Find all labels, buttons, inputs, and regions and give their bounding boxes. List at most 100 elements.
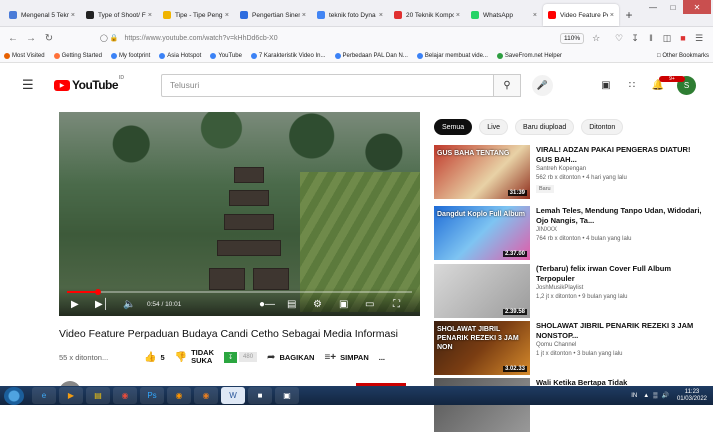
download-icon[interactable]: ↧	[627, 33, 643, 44]
tab-close-icon[interactable]: ×	[225, 12, 229, 19]
word-icon[interactable]: W	[221, 387, 245, 404]
bookmark-item[interactable]: Perbedaan PAL Dan N...	[334, 52, 408, 59]
filter-chip[interactable]: Ditonton	[581, 119, 624, 135]
video-player[interactable]: ▶ ▶│ 🔈 0:54 / 10:01 ●— ▤ ⚙ ▣ ▭ ⛶	[59, 112, 420, 316]
subtitles-icon[interactable]: ▤	[287, 299, 296, 310]
filter-chip[interactable]: Semua	[434, 119, 473, 135]
recommendation-title[interactable]: SHOLAWAT JIBRIL PENARIK REZEKI 3 JAM NON…	[536, 321, 704, 341]
create-video-icon[interactable]: ▣	[593, 80, 619, 91]
bookmark-item[interactable]: Getting Started	[53, 52, 102, 59]
network-icon[interactable]: ▒	[653, 393, 657, 399]
tray-arrow-icon[interactable]: ▲	[643, 393, 649, 399]
dislike-button[interactable]: 👎 TIDAK SUKA	[175, 349, 214, 365]
media-player-icon[interactable]: ▶	[59, 387, 83, 404]
browser-tab[interactable]: Type of Shoot/ F ×	[81, 4, 157, 26]
filter-chip[interactable]: Live	[479, 119, 509, 135]
browser-tab[interactable]: WhatsApp ×	[466, 4, 542, 26]
save-button[interactable]: ≡+ SIMPAN	[324, 352, 368, 363]
notifications-bell-icon[interactable]: 🔔 9+	[645, 76, 685, 91]
next-icon[interactable]: ▶│	[95, 299, 109, 310]
like-button[interactable]: 👍 5	[144, 352, 165, 363]
tab-close-icon[interactable]: ×	[71, 12, 75, 19]
browser-tab[interactable]: Mengenal 5 Tekn ×	[4, 4, 80, 26]
tab-close-icon[interactable]: ×	[610, 12, 614, 19]
settings-gear-icon[interactable]: ⚙	[313, 299, 322, 310]
video-thumbnail[interactable]: GUS BAHA TENTANG 31:39	[434, 145, 530, 199]
pocket-icon[interactable]: ♡	[611, 33, 627, 44]
clock[interactable]: 11:23 01/03/2022	[677, 389, 707, 403]
other-bookmarks[interactable]: □ Other Bookmarks	[657, 53, 709, 59]
channel-name[interactable]: Santreh Kopengan	[536, 165, 704, 174]
miniplayer-icon[interactable]: ▣	[339, 299, 348, 310]
browser-tab[interactable]: Tipe - Tipe Peng ×	[158, 4, 234, 26]
firefox-icon[interactable]: ◉	[167, 387, 191, 404]
volume-icon[interactable]: 🔈	[123, 299, 135, 310]
reload-icon[interactable]: ↻	[42, 33, 56, 44]
search-input[interactable]: Telusuri	[161, 74, 519, 97]
browser-tab[interactable]: Pengertian Sinem ×	[235, 4, 311, 26]
video-thumbnail[interactable]: 2.39.58	[434, 264, 530, 318]
progress-bar[interactable]	[67, 289, 412, 295]
recommendation-title[interactable]: Lemah Teles, Mendung Tanpo Udan, Widodar…	[536, 206, 704, 226]
back-icon[interactable]: ←	[6, 33, 20, 44]
filter-chip[interactable]: Baru diupload	[515, 119, 575, 135]
recommendation-title[interactable]: (Terbaru) felix irwan Cover Full Album T…	[536, 264, 704, 284]
bookmark-item[interactable]: YouTube	[210, 52, 242, 59]
video-thumbnail[interactable]: SHOLAWAT JIBRIL PENARIK REZEKI 3 JAM NON…	[434, 321, 530, 375]
video-thumbnail[interactable]: Dangdut Koplo Full Album 2.37.00	[434, 206, 530, 260]
bookmark-item[interactable]: Most Visited	[4, 52, 45, 59]
microphone-icon[interactable]: 🎤	[532, 75, 553, 96]
browser-tab[interactable]: 20 Teknik Kompo ×	[389, 4, 465, 26]
new-tab-button[interactable]: +	[620, 4, 638, 26]
zoom-level[interactable]: 110%	[560, 32, 585, 44]
browser-tab[interactable]: Video Feature Pe ×	[543, 4, 619, 26]
forward-icon[interactable]: →	[24, 33, 38, 44]
view-count[interactable]: 55 x ditonton...	[59, 353, 144, 362]
fullscreen-icon[interactable]: ⛶	[393, 299, 400, 310]
bookmark-item[interactable]: Asia Hotspot	[159, 52, 201, 59]
bookmark-item[interactable]: 7 Karakteristik Video In...	[250, 52, 326, 59]
ie-icon[interactable]: e	[32, 387, 56, 404]
recommendation-item[interactable]: GUS BAHA TENTANG 31:39 VIRAL! ADZAN PAKAI …	[434, 145, 704, 201]
minimize-icon[interactable]: —	[643, 0, 663, 14]
bookmark-star-icon[interactable]: ☆	[592, 33, 600, 44]
bookmark-item[interactable]: Belajar membuat vide...	[416, 52, 488, 59]
tab-close-icon[interactable]: ×	[456, 12, 460, 19]
app2-icon[interactable]: ■	[248, 387, 272, 404]
more-actions-button[interactable]: ...	[379, 353, 385, 362]
tab-close-icon[interactable]: ×	[533, 12, 537, 19]
tab-close-icon[interactable]: ×	[302, 12, 306, 19]
play-icon[interactable]: ▶	[71, 299, 79, 310]
recommendation-item[interactable]: Dangdut Koplo Full Album 2.37.00 Lemah Tel…	[434, 206, 704, 262]
channel-name[interactable]: JoshMusikPlaylist	[536, 284, 704, 293]
sidebar-icon[interactable]: ◫	[659, 33, 675, 44]
bookmark-item[interactable]: SaveFrom.net Helper	[496, 52, 562, 59]
menu-icon[interactable]: ☰	[691, 33, 707, 44]
tab-close-icon[interactable]: ×	[379, 12, 383, 19]
share-button[interactable]: ➦ BAGIKAN	[267, 352, 314, 363]
browser-tab[interactable]: teknik foto Dyna ×	[312, 4, 388, 26]
close-window-icon[interactable]: ✕	[683, 0, 711, 14]
url-bar[interactable]: ◯ 🔒 https://www.youtube.com/watch?v=kHhD…	[100, 30, 530, 46]
search-icon[interactable]: ⚲	[493, 74, 521, 97]
channel-name[interactable]: JINXXX	[536, 226, 704, 235]
savefrom-download-icon[interactable]: ↧	[224, 351, 238, 363]
theater-mode-icon[interactable]: ▭	[365, 299, 374, 310]
apps-grid-icon[interactable]: ∷	[619, 80, 645, 91]
volume-tray-icon[interactable]: 🔊	[661, 392, 668, 399]
extension-icon[interactable]: ■	[675, 33, 691, 44]
recommendation-title[interactable]: VIRAL! ADZAN PAKAI PENGERAS DIATUR! GUS …	[536, 145, 704, 165]
file-explorer-icon[interactable]: ▤	[86, 387, 110, 404]
savefrom-quality[interactable]: 480	[239, 352, 258, 362]
tab-close-icon[interactable]: ×	[148, 12, 152, 19]
bookmark-item[interactable]: My footprint	[110, 52, 150, 59]
recommendation-item[interactable]: 2.39.58 (Terbaru) felix irwan Cover Full …	[434, 264, 704, 320]
progress-scrubber[interactable]	[95, 289, 102, 295]
app-icon[interactable]: ◉	[194, 387, 218, 404]
language-indicator[interactable]: IN	[631, 393, 637, 399]
maximize-icon[interactable]: □	[663, 0, 683, 14]
recommendation-item[interactable]: SHOLAWAT JIBRIL PENARIK REZEKI 3 JAM NON…	[434, 321, 704, 377]
autoplay-toggle-icon[interactable]: ●—	[259, 299, 275, 310]
photoshop-icon[interactable]: Ps	[140, 387, 164, 404]
app3-icon[interactable]: ▣	[275, 387, 299, 404]
